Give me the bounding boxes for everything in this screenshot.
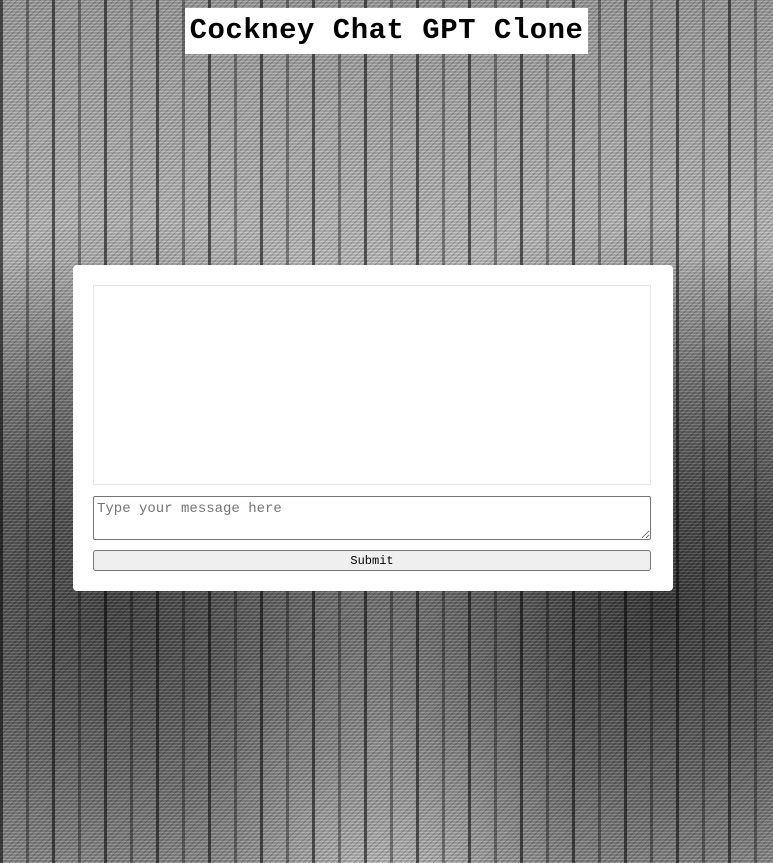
chat-messages-area[interactable]	[93, 285, 651, 485]
message-input[interactable]	[93, 496, 651, 540]
header: Cockney Chat GPT Clone	[0, 8, 773, 54]
submit-button[interactable]: Submit	[93, 550, 651, 571]
chat-panel: Submit	[73, 265, 673, 591]
page-background: { "header": { "title": "Cockney Chat GPT…	[0, 0, 773, 863]
page-title: Cockney Chat GPT Clone	[184, 8, 589, 54]
